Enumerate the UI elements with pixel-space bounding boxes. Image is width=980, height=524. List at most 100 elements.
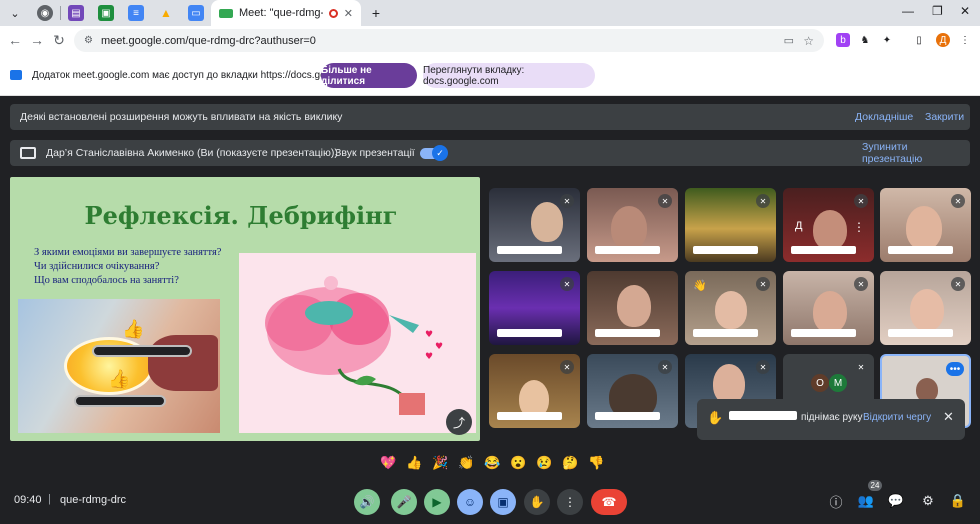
- tab-classroom-icon[interactable]: ▣: [98, 5, 114, 21]
- reaction-emoji[interactable]: 😂: [484, 455, 500, 471]
- new-tab-icon[interactable]: +: [368, 5, 384, 21]
- participant-tile[interactable]: ✕: [587, 354, 678, 428]
- slide-question-1: З якими емоціями ви завершуєте заняття?: [34, 247, 222, 258]
- participant-tile[interactable]: 👋 ✕: [685, 271, 776, 345]
- participant-d-label: Д: [795, 220, 803, 232]
- redacted-name-bar: [497, 412, 562, 420]
- more-options-button[interactable]: ⋮: [557, 489, 583, 515]
- close-banner-link[interactable]: Закрити: [925, 111, 964, 123]
- chat-icon[interactable]: 💬: [888, 493, 904, 509]
- mic-off-icon: ✕: [658, 194, 672, 208]
- host-controls-icon[interactable]: 🔒: [950, 493, 966, 509]
- reaction-emoji[interactable]: 👍: [406, 455, 422, 471]
- open-queue-link[interactable]: Відкрити чергу: [863, 412, 931, 423]
- leave-call-button[interactable]: ☎: [591, 489, 627, 515]
- profile-avatar[interactable]: Д: [936, 33, 950, 47]
- active-tab-meet[interactable]: Meet: "que-rdmg-drc" ✕: [211, 0, 361, 26]
- tab-globe-icon[interactable]: ◉: [37, 5, 53, 21]
- more-options-icon[interactable]: ⋮: [853, 220, 865, 234]
- participant-tile[interactable]: ✕: [489, 188, 580, 262]
- recording-dot-icon: [328, 8, 338, 18]
- mic-off-icon: ✕: [756, 360, 770, 374]
- audio-output-button[interactable]: 🔊: [354, 489, 380, 515]
- participant-video: [813, 291, 847, 333]
- participant-tile[interactable]: ✕: [880, 271, 971, 345]
- meet-tab-favicon: [219, 8, 233, 18]
- self-more-options-icon[interactable]: •••: [946, 362, 964, 376]
- reload-icon[interactable]: ↻: [48, 32, 70, 49]
- stop-presenting-link[interactable]: Зупинити презентацію: [862, 141, 970, 165]
- meeting-separator: |: [48, 493, 51, 505]
- learn-more-link[interactable]: Докладніше: [855, 111, 913, 123]
- tab-forms-icon[interactable]: ▤: [68, 5, 84, 21]
- participant-tile[interactable]: ✕: [489, 271, 580, 345]
- tab-flame-icon[interactable]: ▲: [158, 5, 174, 21]
- minimize-icon[interactable]: —: [902, 4, 914, 18]
- tab-share-bar: Додаток meet.google.com має доступ до вк…: [0, 56, 980, 96]
- microphone-button[interactable]: 🎤: [391, 489, 417, 515]
- participant-tile[interactable]: ✕: [783, 271, 874, 345]
- present-screen-icon: [20, 147, 36, 159]
- reaction-emoji[interactable]: 🤔: [562, 455, 578, 471]
- share-bar-icon: [10, 70, 22, 80]
- participant-tile[interactable]: ✕: [489, 354, 580, 428]
- present-screen-button[interactable]: ▣: [490, 489, 516, 515]
- avatar-initial-m: М: [829, 374, 847, 392]
- reaction-emoji[interactable]: 💖: [380, 455, 396, 471]
- close-tab-icon[interactable]: ✕: [344, 7, 353, 20]
- tab-search-dropdown-icon[interactable]: ⌄: [7, 5, 23, 21]
- reaction-emoji[interactable]: 😢: [536, 455, 552, 471]
- browser-menu-icon[interactable]: ⋮: [958, 33, 972, 47]
- participant-tile[interactable]: Д ⋮ ✕: [783, 188, 874, 262]
- reaction-emoji[interactable]: 😮: [510, 455, 526, 471]
- lemon-photo: 👍 👍: [18, 299, 220, 433]
- tab-slides-icon[interactable]: ▭: [188, 5, 204, 21]
- site-info-icon[interactable]: ⚙: [84, 35, 93, 46]
- mic-off-icon: ✕: [658, 360, 672, 374]
- participants-count-badge: 24: [868, 480, 882, 491]
- participant-video: [713, 364, 745, 404]
- redacted-name-bar: [693, 246, 758, 254]
- share-icon: ⤴: [452, 415, 465, 430]
- raise-hand-button[interactable]: ✋: [524, 489, 550, 515]
- extensions-puzzle-icon[interactable]: ✦: [880, 33, 894, 47]
- raise-hand-text: піднімає руку: [801, 412, 863, 423]
- back-icon[interactable]: ←: [4, 32, 26, 48]
- reaction-emoji[interactable]: 🎉: [432, 455, 448, 471]
- stop-sharing-button[interactable]: Більше не ділитися: [321, 63, 417, 88]
- mic-off-icon: ✕: [854, 277, 868, 291]
- reaction-emoji[interactable]: 👏: [458, 455, 474, 471]
- camera-button[interactable]: ▶: [424, 489, 450, 515]
- extension-user-icon[interactable]: ♞: [858, 33, 872, 47]
- address-bar[interactable]: ⚙ meet.google.com/que-rdmg-drc?authuser=…: [74, 29, 824, 52]
- mic-off-icon: ✕: [756, 194, 770, 208]
- maximize-icon[interactable]: ❐: [932, 4, 943, 18]
- side-panel-icon[interactable]: ▯: [912, 33, 926, 47]
- share-slide-button[interactable]: ⤴: [446, 409, 472, 435]
- mic-off-icon: ✕: [854, 194, 868, 208]
- browser-toolbar: ← → ↻ ⚙ meet.google.com/que-rdmg-drc?aut…: [0, 26, 980, 56]
- participant-tile[interactable]: ✕: [880, 188, 971, 262]
- raise-hand-notification: ✋ піднімає руку Відкрити чергу ✕: [697, 399, 965, 440]
- participant-tile[interactable]: ✕: [587, 188, 678, 262]
- participant-tile[interactable]: ✕: [685, 188, 776, 262]
- close-window-icon[interactable]: ✕: [960, 4, 970, 18]
- bookmark-star-icon[interactable]: ☆: [803, 34, 814, 48]
- active-tab-title: Meet: "que-rdmg-drc": [239, 7, 323, 19]
- tab-docs-icon[interactable]: ≡: [128, 5, 144, 21]
- view-tab-button[interactable]: Переглянути вкладку: docs.google.com: [423, 63, 595, 88]
- people-icon[interactable]: 👥: [858, 493, 874, 509]
- reactions-button[interactable]: ☺: [457, 489, 483, 515]
- extension-b-icon[interactable]: b: [836, 33, 850, 47]
- activities-icon[interactable]: ⚙: [920, 493, 936, 509]
- presentation-audio-toggle[interactable]: ✓: [420, 145, 448, 161]
- forward-icon[interactable]: →: [26, 32, 48, 48]
- redacted-name-bar: [595, 412, 660, 420]
- camera-in-use-icon[interactable]: ▭: [784, 34, 794, 47]
- slide-question-3: Що вам сподобалось на занятті?: [34, 275, 179, 286]
- participant-tile[interactable]: [587, 271, 678, 345]
- close-notification-icon[interactable]: ✕: [943, 409, 954, 425]
- avatar-m-letter: М: [833, 377, 843, 389]
- meeting-details-icon[interactable]: ⓘ: [828, 493, 844, 510]
- reaction-emoji[interactable]: 👎: [588, 455, 604, 471]
